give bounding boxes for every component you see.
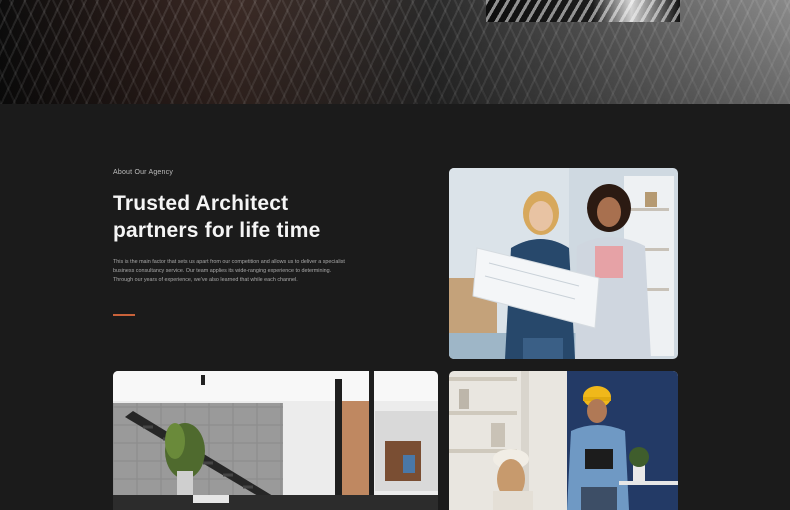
section-body: This is the main factor that sets us apa…: [113, 259, 345, 283]
section-eyebrow: About Our Agency: [113, 169, 174, 176]
hero-shade: [0, 0, 790, 104]
photo-women-blueprint: [449, 168, 678, 359]
hero-banner-image: [0, 0, 790, 104]
photo-workers-hard-hat: [449, 371, 678, 510]
photo-modern-interior: [113, 371, 438, 510]
accent-divider: [113, 314, 135, 316]
title-line-1: Trusted Architect: [113, 192, 289, 215]
title-line-2: partners for life time: [113, 219, 321, 242]
section-title: Trusted Architect partners for life time: [113, 190, 373, 244]
